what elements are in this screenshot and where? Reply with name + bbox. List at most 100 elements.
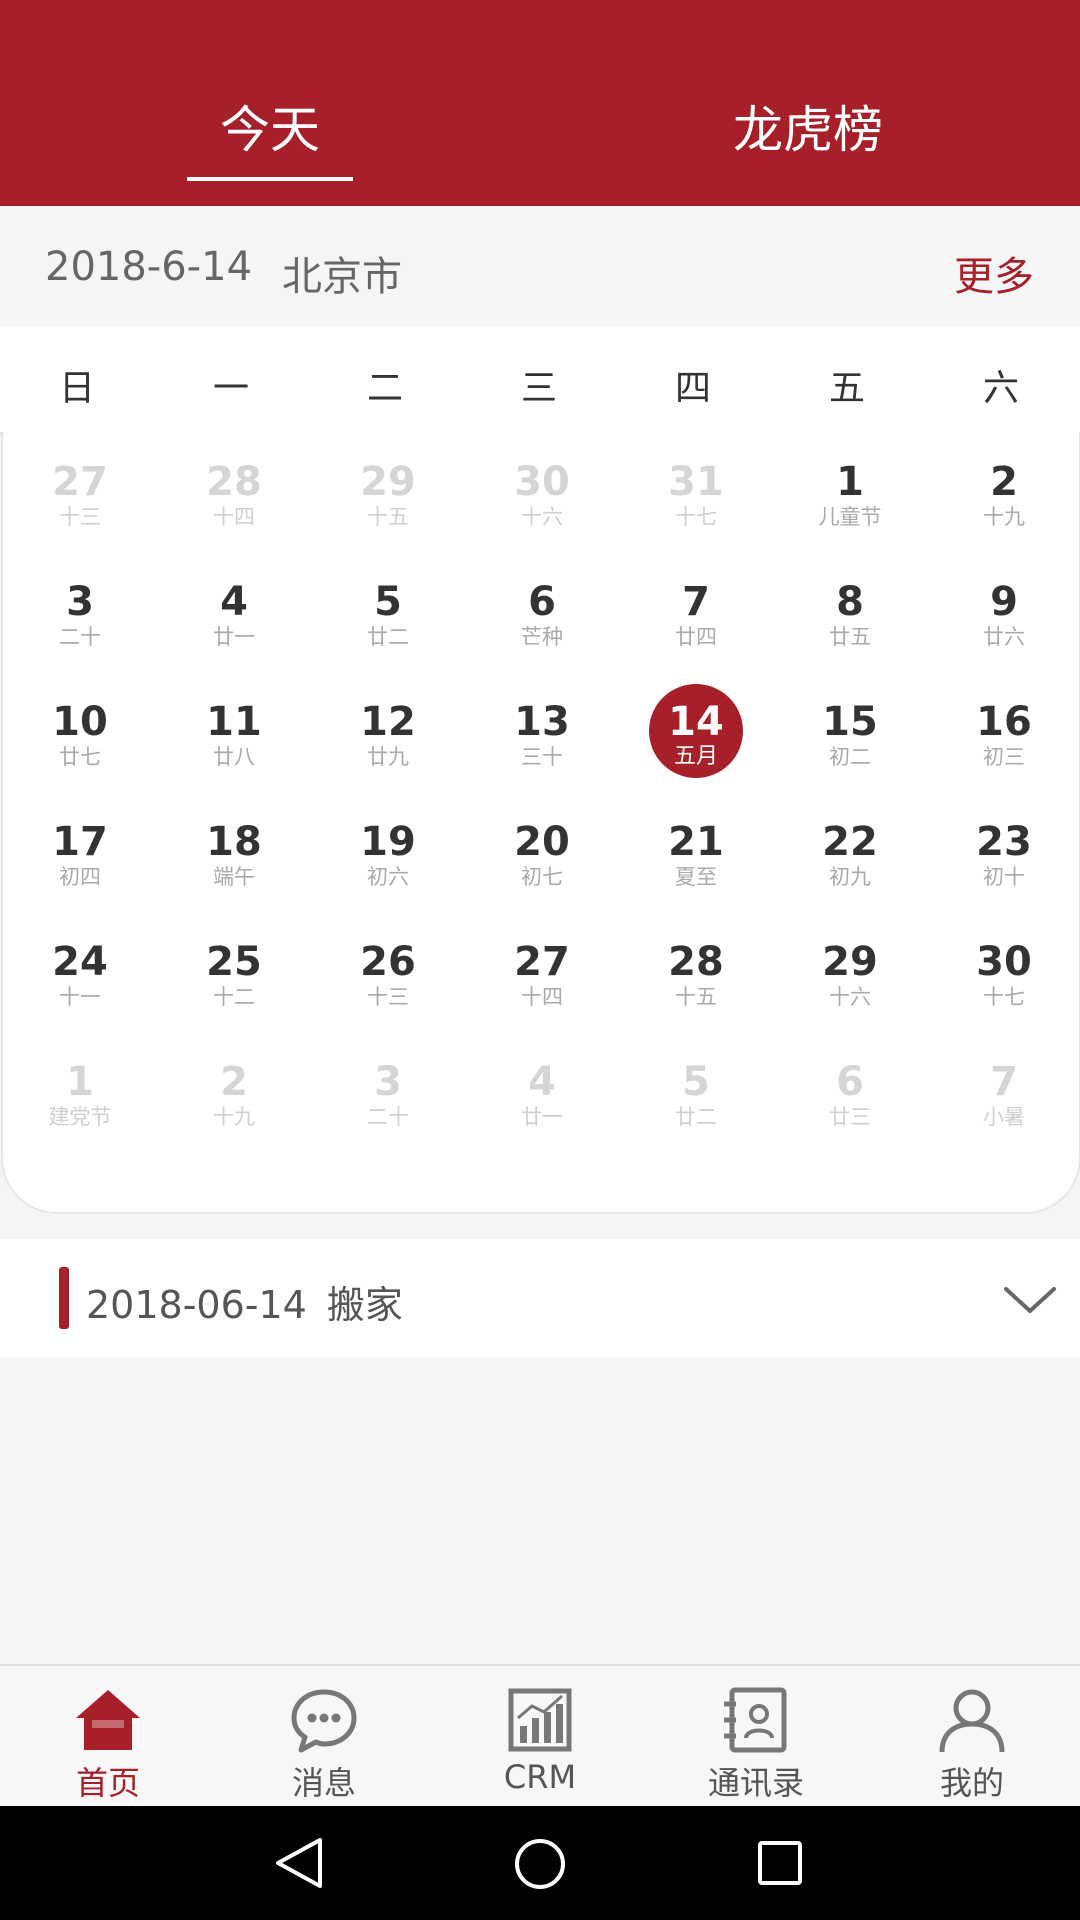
lunar-date: 十一 [59, 985, 101, 1009]
home-circle-icon[interactable] [512, 1836, 568, 1892]
day-number: 9 [990, 579, 1018, 625]
calendar-day[interactable]: 23 初十 [927, 792, 1080, 912]
calendar-day[interactable]: 1 儿童节 [773, 432, 927, 552]
calendar-day-selected[interactable]: 14 五月 [619, 672, 773, 792]
calendar-day[interactable]: 22 初九 [773, 792, 927, 912]
day-number: 27 [52, 459, 108, 505]
calendar-day[interactable]: 11 廿八 [157, 672, 311, 792]
calendar-day[interactable]: 8 廿五 [773, 552, 927, 672]
calendar-day[interactable]: 4 廿一 [157, 552, 311, 672]
lunar-date: 十六 [521, 505, 563, 529]
day-number: 5 [374, 579, 402, 625]
calendar-day[interactable]: 4 廿一 [465, 1032, 619, 1152]
lunar-date: 芒种 [521, 625, 563, 649]
event-item[interactable]: 2018-06-14 搬家 [0, 1239, 1080, 1357]
tab-ranking[interactable]: 龙虎榜 [700, 100, 916, 160]
day-number: 7 [682, 579, 710, 625]
calendar-day[interactable]: 18 端午 [157, 792, 311, 912]
lunar-date: 廿二 [367, 625, 409, 649]
event-marker [59, 1267, 69, 1329]
nav-home[interactable]: 首页 [0, 1666, 216, 1808]
day-number: 30 [976, 939, 1032, 985]
calendar-day[interactable]: 1 建党节 [3, 1032, 157, 1152]
calendar-day[interactable]: 31 十七 [619, 432, 773, 552]
chart-icon [508, 1688, 572, 1752]
weekday-label: 一 [212, 368, 249, 409]
nav-profile[interactable]: 我的 [864, 1666, 1080, 1808]
calendar-day[interactable]: 9 廿六 [927, 552, 1080, 672]
calendar-day[interactable]: 12 廿九 [311, 672, 465, 792]
lunar-date: 小暑 [983, 1105, 1025, 1129]
calendar-day[interactable]: 6 廿三 [773, 1032, 927, 1152]
lunar-date: 十五 [675, 985, 717, 1009]
current-city[interactable]: 北京市 [282, 244, 402, 302]
lunar-date: 二十 [59, 625, 101, 649]
calendar-day[interactable]: 5 廿二 [619, 1032, 773, 1152]
calendar-day[interactable]: 20 初七 [465, 792, 619, 912]
event-text: 2018-06-14 搬家 [86, 1274, 403, 1329]
nav-crm[interactable]: CRM [432, 1666, 648, 1808]
more-button[interactable]: 更多 [954, 244, 1034, 302]
calendar-day[interactable]: 28 十五 [619, 912, 773, 1032]
lunar-date: 十九 [983, 505, 1025, 529]
day-number: 4 [220, 579, 248, 625]
calendar-day[interactable]: 30 十七 [927, 912, 1080, 1032]
calendar-day[interactable]: 27 十三 [3, 432, 157, 552]
calendar-day[interactable]: 3 二十 [3, 552, 157, 672]
lunar-date: 十四 [213, 505, 255, 529]
calendar-day[interactable]: 26 十三 [311, 912, 465, 1032]
calendar-day[interactable]: 7 廿四 [619, 552, 773, 672]
calendar-day[interactable]: 3 二十 [311, 1032, 465, 1152]
event-title: 搬家 [326, 1283, 403, 1327]
calendar-day[interactable]: 17 初四 [3, 792, 157, 912]
day-number: 23 [976, 819, 1032, 865]
calendar-day[interactable]: 13 三十 [465, 672, 619, 792]
weekday-label: 五 [828, 368, 865, 409]
weekday-label: 日 [58, 368, 95, 409]
lunar-date: 二十 [367, 1105, 409, 1129]
calendar-day[interactable]: 2 十九 [157, 1032, 311, 1152]
back-icon[interactable] [272, 1836, 326, 1890]
lunar-date: 初七 [521, 865, 563, 889]
calendar-day[interactable]: 28 十四 [157, 432, 311, 552]
day-number: 25 [206, 939, 262, 985]
calendar-day[interactable]: 7 小暑 [927, 1032, 1080, 1152]
day-number: 6 [528, 579, 556, 625]
bottom-navigation: 首页 消息 CRM 通讯录 我的 [0, 1664, 1080, 1808]
lunar-date: 五月 [673, 744, 718, 769]
lunar-date: 三十 [521, 745, 563, 769]
calendar-day[interactable]: 19 初六 [311, 792, 465, 912]
tab-today[interactable]: 今天 [187, 100, 353, 160]
recents-icon[interactable] [756, 1839, 804, 1887]
lunar-date: 十二 [213, 985, 255, 1009]
nav-messages[interactable]: 消息 [216, 1666, 432, 1808]
chevron-down-icon[interactable] [1000, 1269, 1060, 1329]
calendar-day[interactable]: 5 廿二 [311, 552, 465, 672]
calendar-grid: 27 十三 28 十四 29 十五 30 十六 31 十七 1 儿童节 2 十九 3 二十 4 廿一 5 廿二 6 芒种 7… [1, 432, 1080, 1214]
system-navigation-bar [0, 1806, 1080, 1920]
calendar-day[interactable]: 10 廿七 [3, 672, 157, 792]
calendar-day[interactable]: 15 初二 [773, 672, 927, 792]
calendar-day[interactable]: 2 十九 [927, 432, 1080, 552]
lunar-date: 十六 [829, 985, 871, 1009]
calendar-day[interactable]: 24 十一 [3, 912, 157, 1032]
calendar-day[interactable]: 25 十二 [157, 912, 311, 1032]
lunar-date: 廿五 [829, 625, 871, 649]
calendar-day[interactable]: 21 夏至 [619, 792, 773, 912]
day-number: 12 [360, 699, 416, 745]
nav-contacts[interactable]: 通讯录 [648, 1666, 864, 1808]
top-header: 今天 龙虎榜 [0, 0, 1080, 206]
lunar-date: 廿六 [983, 625, 1025, 649]
calendar-day[interactable]: 16 初三 [927, 672, 1080, 792]
calendar-day[interactable]: 29 十六 [773, 912, 927, 1032]
calendar-day[interactable]: 30 十六 [465, 432, 619, 552]
lunar-date: 十三 [59, 505, 101, 529]
day-number: 27 [514, 939, 570, 985]
day-number: 24 [52, 939, 108, 985]
calendar-day[interactable]: 27 十四 [465, 912, 619, 1032]
lunar-date: 廿八 [213, 745, 255, 769]
day-number: 28 [668, 939, 724, 985]
calendar-day[interactable]: 29 十五 [311, 432, 465, 552]
calendar-day[interactable]: 6 芒种 [465, 552, 619, 672]
day-number: 1 [836, 459, 864, 505]
